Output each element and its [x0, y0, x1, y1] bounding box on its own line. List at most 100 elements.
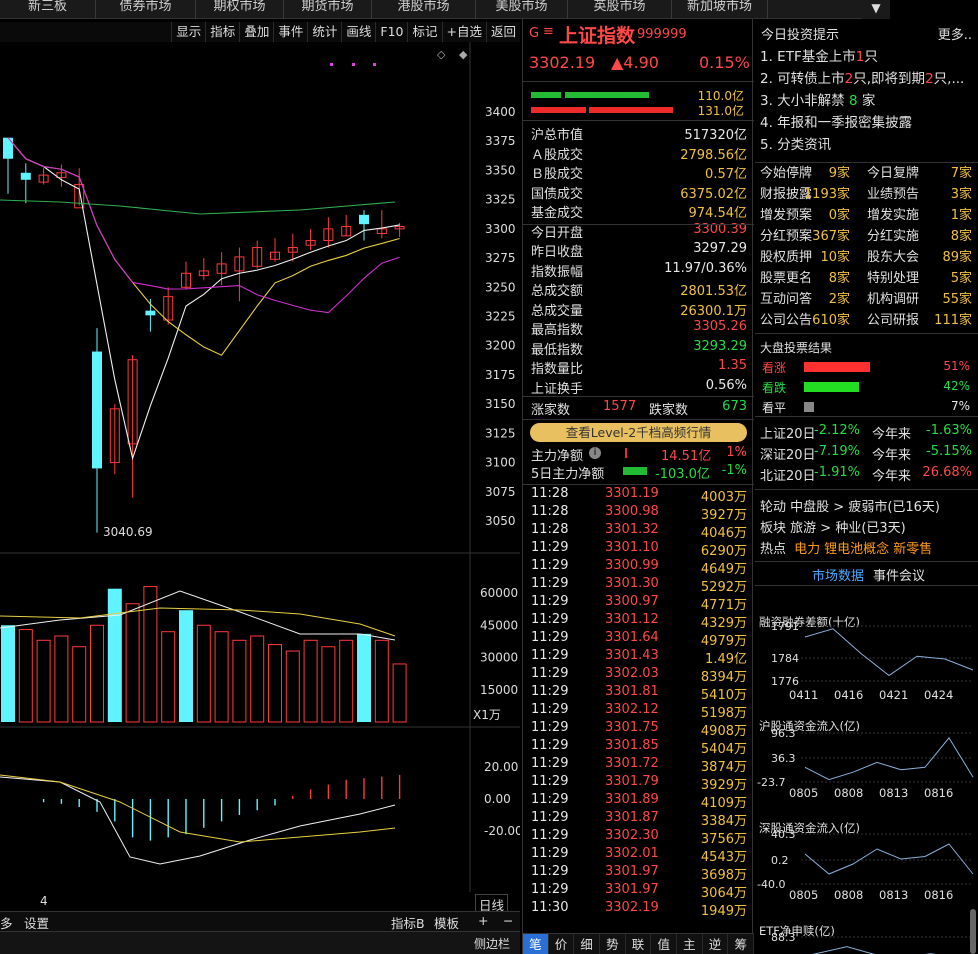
quote-tab[interactable]: 细 — [574, 934, 600, 954]
market-tab[interactable]: 新加坡市场 — [672, 0, 768, 19]
quote-stat-row: 指数振幅11.97/0.36% — [531, 261, 747, 280]
hot-item[interactable]: 电力 — [794, 542, 820, 557]
zoom-in-button[interactable]: + — [478, 913, 488, 928]
tick-time: 11:29 — [531, 720, 568, 735]
quote-stat-label: 总成交量 — [531, 300, 583, 319]
vote-row[interactable]: 看涨51% — [760, 359, 972, 379]
quote-tab[interactable]: 笔 — [523, 934, 549, 954]
tick-time: 11:29 — [531, 594, 568, 609]
event-grid-row[interactable]: 股票更名8家特别处理5家 — [760, 267, 972, 287]
event-label: 分红实施 — [867, 225, 919, 244]
chevron-down-icon[interactable]: ▼ — [862, 0, 890, 19]
market-tab[interactable]: 美股市场 — [476, 0, 568, 19]
tip-item[interactable]: 5. 分类资讯 — [760, 133, 972, 153]
index-20day-row[interactable]: 上证20日-2.12%今年来-1.63% — [760, 423, 972, 443]
sidebar-toggle-button[interactable]: 侧边栏 — [474, 935, 510, 952]
tick-row: 11:303302.191949万 — [531, 900, 747, 918]
quote-tab[interactable]: 主 — [677, 934, 703, 954]
tip-item[interactable]: 2. 可转债上市2只,即将到期2只,... — [760, 67, 972, 87]
info-icon[interactable]: i — [589, 447, 601, 459]
quote-stat-row: 国债成交6375.02亿 — [531, 183, 747, 202]
event-grid-row[interactable]: 股权质押10家股东大会89家 — [760, 246, 972, 266]
event-grid-row[interactable]: 互动问答2家机构调研55家 — [760, 288, 972, 308]
quote-tab[interactable]: 联 — [626, 934, 652, 954]
market-tab[interactable]: 期权市场 — [196, 0, 284, 19]
index-20day-value: -2.12% — [814, 423, 860, 438]
quote-tab[interactable]: 值 — [651, 934, 677, 954]
market-tab[interactable]: 港股市场 — [372, 0, 476, 19]
scrollbar-thumb[interactable] — [970, 909, 976, 954]
market-tab[interactable]: 债券市场 — [96, 0, 196, 19]
chart-tool-button[interactable]: 指标 — [205, 22, 239, 42]
market-tab[interactable]: 期货市场 — [284, 0, 372, 19]
chart-tool-button[interactable]: 统计 — [307, 22, 341, 42]
event-dot — [330, 63, 333, 66]
volume-bar — [126, 604, 139, 722]
level2-button[interactable]: 查看Level-2千档高频行情 — [530, 423, 747, 442]
vote-row[interactable]: 看跌42% — [760, 379, 972, 399]
tick-time: 11:29 — [531, 666, 568, 681]
tip-item[interactable]: 4. 年报和一季报密集披露 — [760, 111, 972, 131]
volume-bar — [286, 651, 299, 722]
zoom-out-button[interactable]: − — [503, 913, 513, 928]
chart-tool-button[interactable]: +自选 — [442, 22, 486, 42]
market-tab[interactable]: 英股市场 — [568, 0, 672, 19]
more-button[interactable]: 多 — [0, 913, 13, 932]
status-bar: 侧边栏 — [0, 931, 520, 954]
tip-item[interactable]: 3. 大小非解禁 8 家 — [760, 89, 972, 109]
chart-tool-button[interactable]: 显示 — [171, 22, 205, 42]
chart-tool-button[interactable]: 事件 — [273, 22, 307, 42]
quote-tab[interactable]: 逆 — [703, 934, 729, 954]
chart-tool-button[interactable]: 标记 — [407, 22, 441, 42]
tick-volume: 3698万 — [701, 864, 747, 883]
macd-dea-line — [0, 775, 395, 842]
tick-volume: 3384万 — [701, 810, 747, 829]
chart-tool-button[interactable]: 画线 — [341, 22, 375, 42]
quote-stat-label: 上证换手 — [531, 378, 583, 397]
quote-stat-row: 总成交量26300.1万 — [531, 300, 747, 319]
event-grid-row[interactable]: 分红预案367家分红实施8家 — [760, 225, 972, 245]
mini-chart-ylabel: -23.7 — [757, 776, 785, 789]
list-icon[interactable]: ≡ — [543, 24, 554, 39]
volume-bar — [269, 645, 282, 722]
tick-volume: 4771万 — [701, 594, 747, 613]
tick-time: 11:29 — [531, 810, 568, 825]
sector-row[interactable]: 板块 旅游 > 种业(已3天) — [760, 517, 972, 537]
chart-tool-button[interactable]: 返回 — [486, 22, 520, 42]
hot-item[interactable]: 新零售 — [893, 542, 932, 557]
kline-chart[interactable]: 3400337533503325330032753250322532003175… — [0, 42, 520, 912]
tab-market-data[interactable]: 市场数据 — [812, 565, 864, 584]
mini-chart-xlabel: 0816 — [924, 888, 953, 902]
tick-price: 3301.89 — [605, 792, 659, 807]
event-grid-row[interactable]: 增发预案0家增发实施1家 — [760, 204, 972, 224]
tab-event-meeting[interactable]: 事件会议 — [873, 565, 925, 584]
event-grid-row[interactable]: 财报披露1193家业绩预告3家 — [760, 183, 972, 203]
index-20day-row[interactable]: 深证20日-7.19%今年来-5.15% — [760, 444, 972, 464]
settings-button[interactable]: 设置 — [24, 913, 49, 932]
mini-chart-xlabel: 0816 — [924, 786, 953, 800]
event-count: 3家 — [951, 183, 972, 202]
tip-item[interactable]: 1. ETF基金上市1只 — [760, 45, 972, 65]
market-tab[interactable]: 新三板 — [0, 0, 96, 19]
event-grid-row[interactable]: 今始停牌9家今日复牌7家 — [760, 162, 972, 182]
five-day-net-row: 5日主力净额 -103.0亿 -1% — [531, 463, 747, 481]
quote-stat-label: 总成交额 — [531, 280, 583, 299]
tick-price: 3301.85 — [605, 738, 659, 753]
event-grid-row[interactable]: 公司公告610家公司研报111家 — [760, 309, 972, 329]
mini-charts: 融资融券差额(十亿)1791178417760411041604210424沪股… — [755, 585, 978, 954]
index-ytd-label: 今年来 — [872, 423, 911, 442]
template-button[interactable]: 模板 — [434, 913, 459, 932]
quote-tab[interactable]: 价 — [549, 934, 575, 954]
more-link[interactable]: 更多.. — [938, 24, 972, 43]
chart-tool-button[interactable]: F10 — [375, 22, 407, 42]
rotation-row[interactable]: 轮动 中盘股 > 疲弱市(已16天) — [760, 496, 972, 516]
quote-tab[interactable]: 势 — [600, 934, 626, 954]
chart-tool-button[interactable]: 叠加 — [239, 22, 273, 42]
quote-tab[interactable]: 筹 — [728, 934, 754, 954]
diamond-icon[interactable]: ◇ — [437, 48, 446, 61]
indicator-b-button[interactable]: 指标B — [391, 913, 425, 932]
vote-pct: 51% — [943, 359, 970, 373]
hot-item[interactable]: 锂电池概念 — [824, 542, 889, 557]
pin-icon[interactable]: ◆ — [459, 48, 468, 61]
index-20day-row[interactable]: 北证20日-1.91%今年来26.68% — [760, 465, 972, 485]
